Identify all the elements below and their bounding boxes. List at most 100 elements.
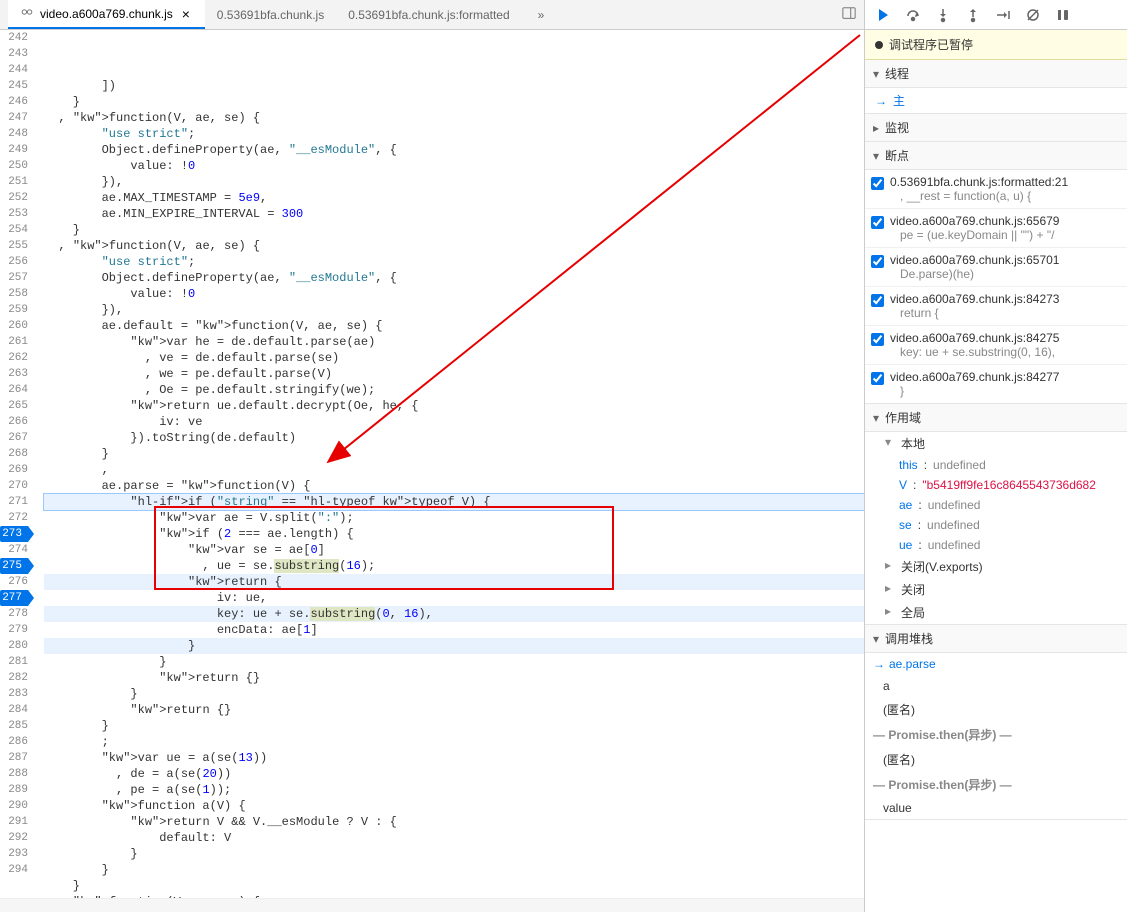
line-number[interactable]: 249 xyxy=(0,142,28,158)
code-line[interactable]: "kw">return { xyxy=(44,574,864,590)
line-number[interactable]: 284 xyxy=(0,702,28,718)
line-number[interactable]: 285 xyxy=(0,718,28,734)
code-line[interactable]: iv: ve xyxy=(44,414,864,430)
line-number[interactable]: 292 xyxy=(0,830,28,846)
code-line[interactable]: , de = a(se(20)) xyxy=(44,766,864,782)
line-number[interactable]: 254 xyxy=(0,222,28,238)
code-line[interactable]: "use strict"; xyxy=(44,126,864,142)
code-line[interactable]: "kw">function a(V) { xyxy=(44,798,864,814)
line-number[interactable]: 270 xyxy=(0,478,28,494)
line-number[interactable]: 282 xyxy=(0,670,28,686)
callstack-frame[interactable]: value xyxy=(865,797,1127,819)
line-number[interactable]: 246 xyxy=(0,94,28,110)
code-line[interactable]: Object.defineProperty(ae, "__esModule", … xyxy=(44,142,864,158)
section-breakpoints-header[interactable]: 断点 xyxy=(865,142,1127,170)
line-number[interactable]: 244 xyxy=(0,62,28,78)
breakpoint-checkbox[interactable] xyxy=(871,255,884,268)
line-number[interactable]: 252 xyxy=(0,190,28,206)
code-line[interactable]: } xyxy=(44,878,864,894)
line-number[interactable]: 259 xyxy=(0,302,28,318)
code-line[interactable]: encData: ae[1] xyxy=(44,622,864,638)
line-number[interactable]: 264 xyxy=(0,382,28,398)
line-number[interactable]: 265 xyxy=(0,398,28,414)
scope-closure[interactable]: ▸关闭 xyxy=(865,578,1127,601)
line-number[interactable]: 293 xyxy=(0,846,28,862)
line-number[interactable]: 253 xyxy=(0,206,28,222)
callstack-frame[interactable]: →ae.parse xyxy=(865,653,1127,675)
line-number[interactable]: 277 xyxy=(0,590,28,606)
breakpoint-item[interactable]: 0.53691bfa.chunk.js:formatted:21, __rest… xyxy=(865,170,1127,208)
code-line[interactable]: } xyxy=(44,686,864,702)
code-line[interactable]: } xyxy=(44,222,864,238)
scope-closure[interactable]: ▸关闭(V.exports) xyxy=(865,555,1127,578)
line-number[interactable]: 275 xyxy=(0,558,28,574)
scope-variable[interactable]: V: "b5419ff9fe16c8645543736d682 xyxy=(865,475,1127,495)
code-line[interactable]: iv: ue, xyxy=(44,590,864,606)
code-line[interactable]: , xyxy=(44,462,864,478)
breakpoint-checkbox[interactable] xyxy=(871,294,884,307)
line-number[interactable]: 251 xyxy=(0,174,28,190)
line-number[interactable]: 266 xyxy=(0,414,28,430)
code-line[interactable]: } xyxy=(44,94,864,110)
code-line[interactable]: , "kw">function(V, ae, se) { xyxy=(44,110,864,126)
line-number[interactable]: 283 xyxy=(0,686,28,702)
code-line[interactable]: , ue = se.substring(16); xyxy=(44,558,864,574)
code-line[interactable]: , Oe = pe.default.stringify(we); xyxy=(44,382,864,398)
code-line[interactable]: }).toString(de.default) xyxy=(44,430,864,446)
code-line[interactable]: "kw">var he = de.default.parse(ae) xyxy=(44,334,864,350)
code-line[interactable]: "kw">return {} xyxy=(44,670,864,686)
line-number[interactable]: 245 xyxy=(0,78,28,94)
line-number[interactable]: 278 xyxy=(0,606,28,622)
code-line[interactable]: , "kw">function(V, ae, se) { xyxy=(44,238,864,254)
code-line[interactable]: ae.MAX_TIMESTAMP = 5e9, xyxy=(44,190,864,206)
line-number[interactable]: 262 xyxy=(0,350,28,366)
line-number[interactable]: 271 xyxy=(0,494,28,510)
line-number[interactable]: 247 xyxy=(0,110,28,126)
line-number[interactable]: 268 xyxy=(0,446,28,462)
line-number[interactable]: 257 xyxy=(0,270,28,286)
code-line[interactable]: ; xyxy=(44,734,864,750)
code-line[interactable]: ae.MIN_EXPIRE_INTERVAL = 300 xyxy=(44,206,864,222)
scope-variable[interactable]: ae: undefined xyxy=(865,495,1127,515)
code-line[interactable]: "kw">var se = ae[0] xyxy=(44,542,864,558)
line-number[interactable]: 280 xyxy=(0,638,28,654)
line-number[interactable]: 269 xyxy=(0,462,28,478)
code-line[interactable]: , pe = a(se(1)); xyxy=(44,782,864,798)
code-line[interactable]: "kw">return {} xyxy=(44,702,864,718)
section-scope-header[interactable]: 作用域 xyxy=(865,404,1127,432)
code-line[interactable]: ae.parse = "kw">function(V) { xyxy=(44,478,864,494)
line-number[interactable]: 291 xyxy=(0,814,28,830)
breakpoint-checkbox[interactable] xyxy=(871,177,884,190)
line-number[interactable]: 276 xyxy=(0,574,28,590)
horizontal-scrollbar[interactable] xyxy=(0,898,864,912)
deactivate-breakpoints-button[interactable] xyxy=(1021,3,1045,27)
section-watch-header[interactable]: 监视 xyxy=(865,114,1127,142)
line-number[interactable]: 256 xyxy=(0,254,28,270)
code-line[interactable]: } xyxy=(44,862,864,878)
line-number[interactable]: 272 xyxy=(0,510,28,526)
code-line[interactable]: "kw">return V && V.__esModule ? V : { xyxy=(44,814,864,830)
tab-2[interactable]: 0.53691bfa.chunk.js:formatted xyxy=(336,0,521,29)
code-line[interactable]: , we = pe.default.parse(V) xyxy=(44,366,864,382)
step-into-button[interactable] xyxy=(931,3,955,27)
line-number[interactable]: 294 xyxy=(0,862,28,878)
line-number[interactable]: 261 xyxy=(0,334,28,350)
code-line[interactable]: }), xyxy=(44,174,864,190)
code-line[interactable]: } xyxy=(44,446,864,462)
breakpoint-item[interactable]: video.a600a769.chunk.js:84275key: ue + s… xyxy=(865,325,1127,364)
line-number[interactable]: 288 xyxy=(0,766,28,782)
scope-variable[interactable]: se: undefined xyxy=(865,515,1127,535)
code-line[interactable]: "use strict"; xyxy=(44,254,864,270)
line-number[interactable]: 260 xyxy=(0,318,28,334)
line-number[interactable]: 273 xyxy=(0,526,28,542)
breakpoint-item[interactable]: video.a600a769.chunk.js:65679pe = (ue.ke… xyxy=(865,208,1127,247)
code-line[interactable]: , ve = de.default.parse(se) xyxy=(44,350,864,366)
callstack-frame[interactable]: (匿名) xyxy=(865,747,1127,772)
line-number[interactable]: 258 xyxy=(0,286,28,302)
code-line[interactable]: ]) xyxy=(44,78,864,94)
line-number[interactable]: 242 xyxy=(0,30,28,46)
breakpoint-item[interactable]: video.a600a769.chunk.js:84273return { xyxy=(865,286,1127,325)
code-line[interactable]: ae.default = "kw">function(V, ae, se) { xyxy=(44,318,864,334)
breakpoint-checkbox[interactable] xyxy=(871,372,884,385)
breakpoint-item[interactable]: video.a600a769.chunk.js:65701De.parse)(h… xyxy=(865,247,1127,286)
